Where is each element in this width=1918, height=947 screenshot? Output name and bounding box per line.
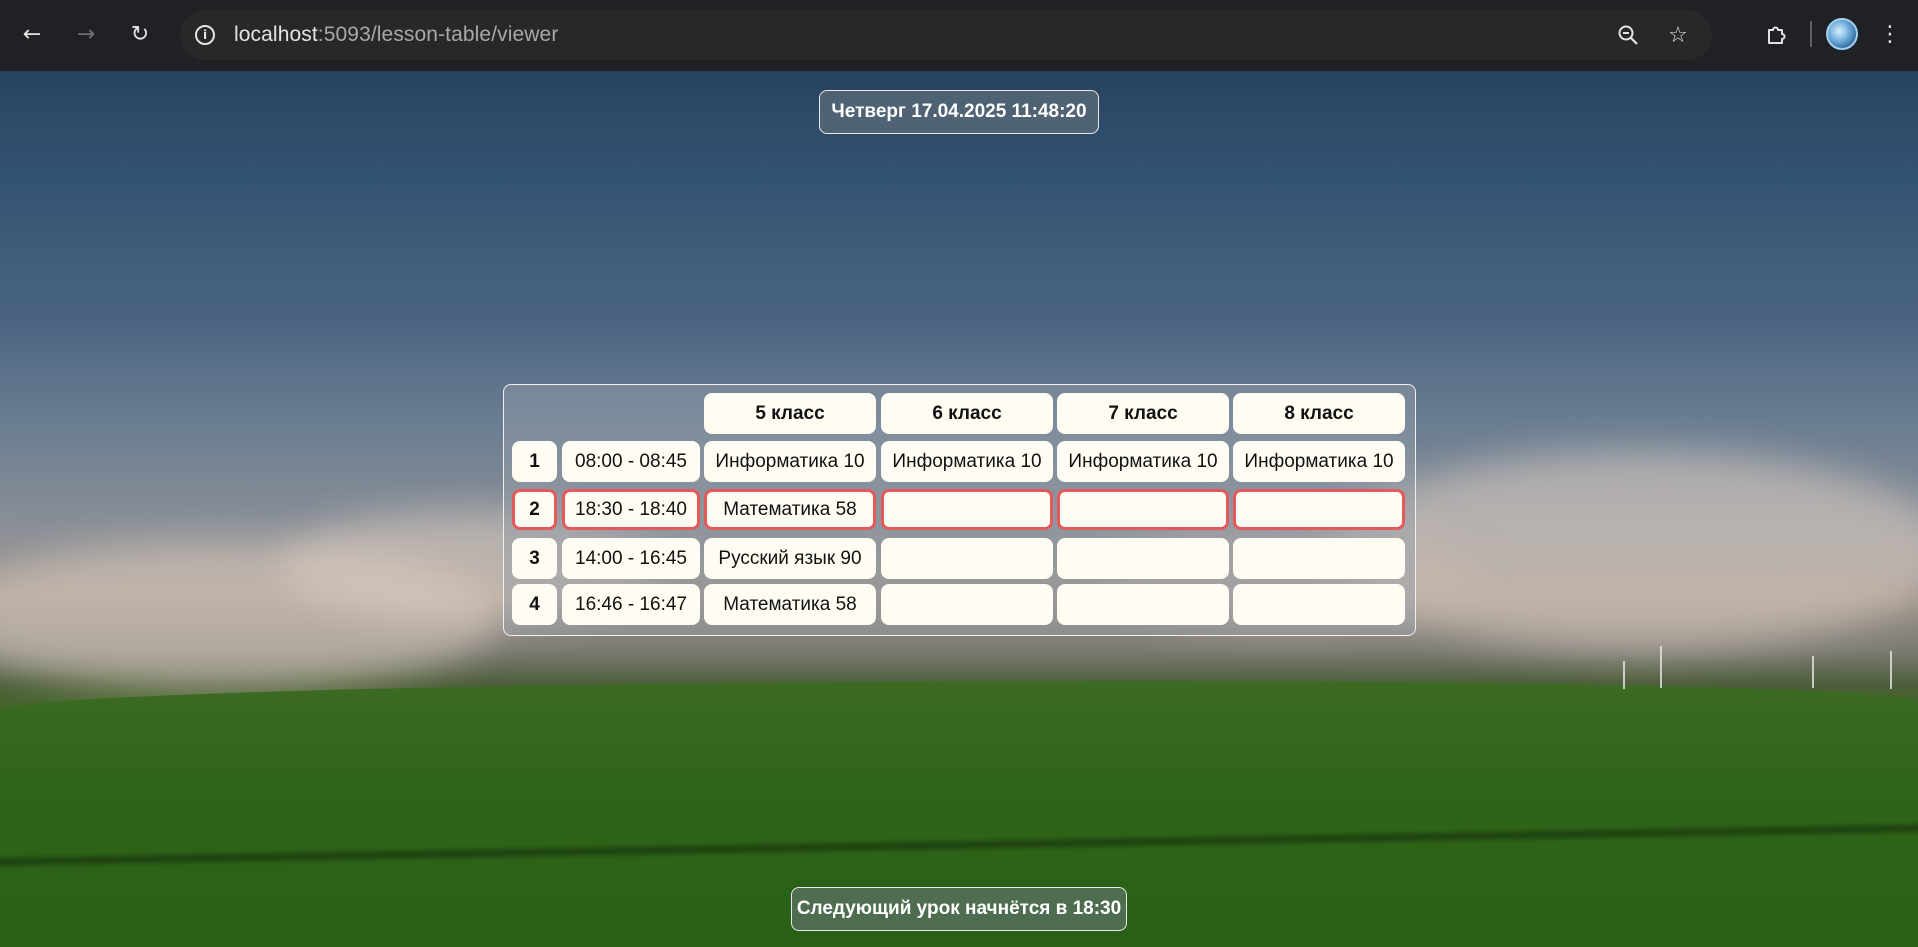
lesson-cell <box>1057 538 1229 579</box>
avatar[interactable] <box>1826 18 1858 50</box>
next-lesson-notice: Следующий урок начнётся в 18:30 <box>791 887 1127 931</box>
lesson-cell <box>1233 584 1405 625</box>
lesson-cell <box>1057 584 1229 625</box>
lesson-cell <box>1233 538 1405 579</box>
forward-icon[interactable]: → <box>66 14 106 54</box>
column-header: 5 класс <box>704 393 876 434</box>
column-header: 7 класс <box>1057 393 1229 434</box>
lesson-time: 14:00 - 16:45 <box>562 538 700 579</box>
back-icon[interactable]: ← <box>12 14 52 54</box>
lesson-cell: Информатика 10 <box>1057 441 1229 482</box>
lesson-cell <box>1233 489 1405 530</box>
reload-icon[interactable]: ↻ <box>120 14 160 54</box>
lesson-number: 1 <box>512 441 557 482</box>
address-bar[interactable]: i localhost:5093/lesson-table/viewer ☆ <box>180 10 1712 60</box>
lesson-time: 18:30 - 18:40 <box>562 489 700 530</box>
lesson-cell: Математика 58 <box>704 489 876 530</box>
lesson-cell <box>881 584 1053 625</box>
column-header: 8 класс <box>1233 393 1405 434</box>
lesson-cell: Информатика 10 <box>1233 441 1405 482</box>
lesson-number: 2 <box>512 489 557 530</box>
url-host: localhost <box>234 23 318 46</box>
zoom-out-icon[interactable] <box>1608 15 1648 55</box>
lesson-cell <box>881 538 1053 579</box>
puzzle-icon[interactable] <box>1756 14 1796 54</box>
lesson-timetable: 5 класс 6 класс 7 класс 8 класс 1 08:00 … <box>503 384 1416 636</box>
lesson-cell <box>881 489 1053 530</box>
column-header: 6 класс <box>881 393 1053 434</box>
info-icon[interactable]: i <box>186 16 224 54</box>
lesson-cell <box>1057 489 1229 530</box>
lesson-cell: Русский язык 90 <box>704 538 876 579</box>
lesson-cell: Математика 58 <box>704 584 876 625</box>
kebab-menu-icon[interactable]: ⋮ <box>1870 14 1910 54</box>
browser-toolbar: ← → ↻ i localhost:5093/lesson-table/view… <box>0 0 1918 71</box>
url-text[interactable]: localhost:5093/lesson-table/viewer <box>234 23 558 47</box>
current-datetime: Четверг 17.04.2025 11:48:20 <box>819 90 1099 134</box>
lesson-number: 3 <box>512 538 557 579</box>
star-icon[interactable]: ☆ <box>1658 15 1698 55</box>
lesson-time: 08:00 - 08:45 <box>562 441 700 482</box>
lesson-time: 16:46 - 16:47 <box>562 584 700 625</box>
lesson-cell: Информатика 10 <box>704 441 876 482</box>
lesson-cell: Информатика 10 <box>881 441 1053 482</box>
lesson-number: 4 <box>512 584 557 625</box>
toolbar-separator <box>1810 21 1812 47</box>
url-path: :5093/lesson-table/viewer <box>317 23 559 46</box>
